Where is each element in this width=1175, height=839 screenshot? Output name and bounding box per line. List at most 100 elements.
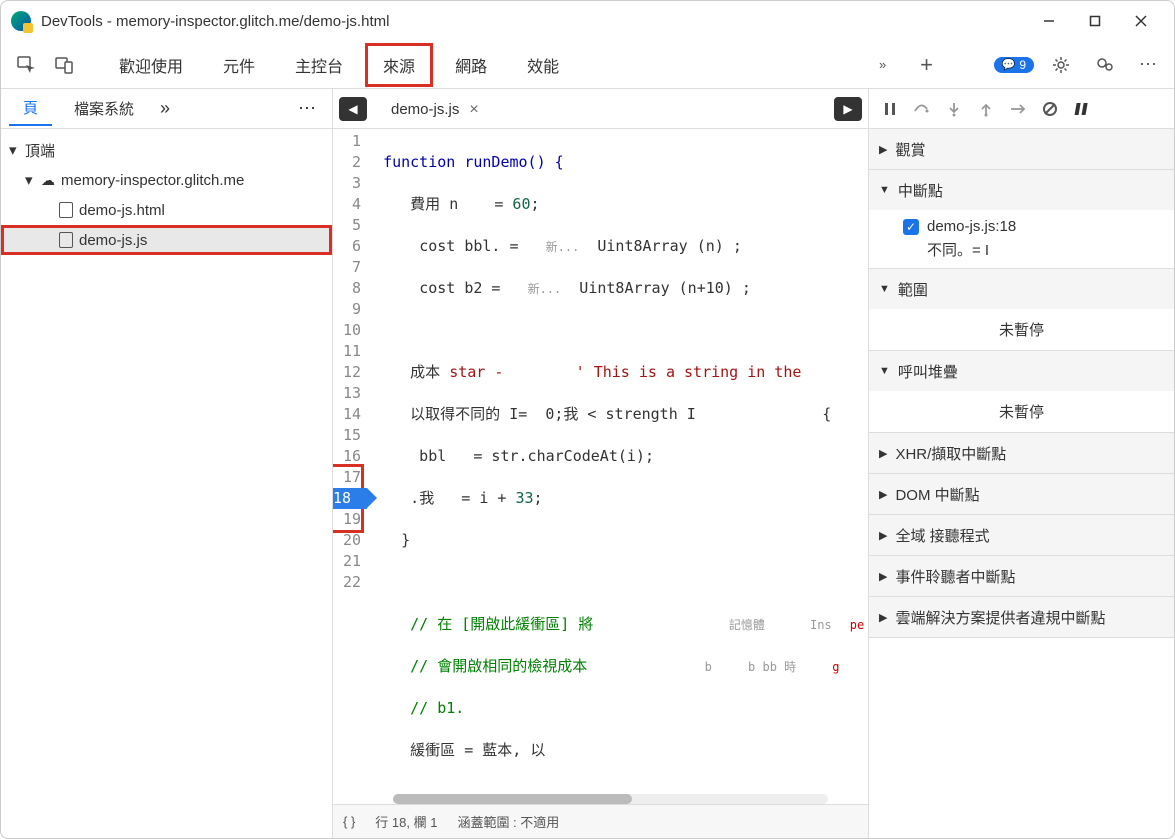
callstack-header[interactable]: ▼ 呼叫堆疊 (869, 351, 1174, 391)
section-label: 範圍 (898, 279, 928, 300)
chevron-down-icon: ▼ (879, 365, 890, 377)
global-header[interactable]: ▶ 全域 接聽程式 (869, 515, 1174, 555)
section-label: 事件聆聽者中斷點 (895, 566, 1015, 587)
chevron-right-icon: ▶ (879, 447, 887, 460)
tab-network[interactable]: 網路 (437, 43, 505, 87)
code-editor[interactable]: 12345 678910 1112131415 16 171819 202122… (333, 129, 868, 788)
breakpoints-header[interactable]: ▼ 中斷點 (869, 170, 1174, 210)
navigator-menu-icon[interactable]: ⋯ (290, 98, 324, 119)
tree-file-label: demo-js.html (79, 202, 165, 219)
scrollbar-thumb[interactable] (393, 794, 632, 804)
navigator-tab-page[interactable]: 頁 (9, 91, 52, 126)
more-tabs-icon[interactable]: » (866, 48, 900, 82)
step-into-icon[interactable] (941, 96, 967, 122)
tab-elements[interactable]: 元件 (205, 43, 273, 87)
event-header[interactable]: ▶ 事件聆聽者中斷點 (869, 556, 1174, 596)
deactivate-breakpoints-icon[interactable] (1037, 96, 1063, 122)
breakpoint-location: demo-js.js:18 (927, 218, 1016, 235)
chevron-right-icon: ▶ (879, 529, 887, 542)
pause-resume-icon[interactable] (877, 96, 903, 122)
watch-header[interactable]: ▶ 觀賞 (869, 129, 1174, 169)
chevron-right-icon: ▶ (879, 611, 887, 624)
line-gutter[interactable]: 12345 678910 1112131415 16 171819 202122 (333, 131, 377, 788)
chevron-down-icon: ▼ (879, 184, 890, 196)
toggle-navigator-icon[interactable]: ◀ (339, 97, 367, 121)
scope-section: ▼ 範圍 未暫停 (869, 269, 1174, 351)
section-label: 中斷點 (898, 180, 943, 201)
breakpoint-item[interactable]: ✓ demo-js.js:18 (903, 218, 1160, 235)
breakpoint-marker[interactable]: 18 (333, 488, 367, 509)
pause-exceptions-icon[interactable] (1069, 96, 1095, 122)
horizontal-scrollbar[interactable] (393, 794, 828, 804)
file-icon (59, 202, 73, 218)
section-label: 全域 接聽程式 (895, 525, 989, 546)
chevron-down-icon: ▼ (879, 283, 890, 295)
file-tree: ▾ 頂端 ▾ ☁ memory-inspector.glitch.me demo… (1, 129, 332, 261)
step-icon[interactable] (1005, 96, 1031, 122)
editor-tabbar: ◀ demo-js.js × ▶ (333, 89, 868, 129)
window-maximize-button[interactable] (1072, 5, 1118, 37)
code-content[interactable]: function runDemo() { 費用 n = 60; cost bbl… (377, 131, 868, 788)
editor-file-tab[interactable]: demo-js.js × (381, 89, 489, 128)
tree-frame-root[interactable]: ▾ 頂端 (1, 135, 332, 165)
csp-header[interactable]: ▶ 雲端解決方案提供者違規中斷點 (869, 597, 1174, 637)
navigator-more-tabs-icon[interactable]: » (160, 98, 170, 119)
debugger-toolbar (869, 89, 1174, 129)
coverage-status: 涵蓋範圍 : 不適用 (457, 812, 559, 831)
xhr-header[interactable]: ▶XHR/擷取中斷點 (869, 433, 1174, 473)
debugger-pane: ▶觀賞 ▼中斷點 ✓ demo-js.js:18 不同。= I ▼範圍 未暫停 … (869, 89, 1174, 838)
scope-header[interactable]: ▼ 範圍 (869, 269, 1174, 309)
section-label: 呼叫堆疊 (898, 361, 958, 382)
dom-breakpoints-section: ▶ DOM 中斷點 (869, 474, 1174, 515)
breakpoint-preview: 不同。= I (903, 239, 1160, 260)
window-close-button[interactable] (1118, 5, 1164, 37)
step-out-icon[interactable] (973, 96, 999, 122)
chevron-right-icon: ▶ (879, 570, 887, 583)
kebab-menu-icon[interactable]: ⋯ (1132, 48, 1166, 82)
inspect-element-icon[interactable] (9, 48, 43, 82)
section-label: 雲端解決方案提供者違規中斷點 (895, 607, 1105, 628)
section-label: 觀賞 (895, 139, 925, 160)
feedback-icon[interactable] (1088, 48, 1122, 82)
callstack-empty: 未暫停 (869, 391, 1174, 432)
csp-breakpoints-section: ▶ 雲端解決方案提供者違規中斷點 (869, 597, 1174, 638)
window-title: DevTools - memory-inspector.glitch.me/de… (41, 13, 389, 30)
pretty-print-icon[interactable]: { } (343, 814, 355, 829)
issues-badge[interactable]: 9 (994, 57, 1034, 73)
tree-file-label: demo-js.js (79, 232, 147, 249)
device-toolbar-icon[interactable] (47, 48, 81, 82)
navigator-pane: 頁 檔案系統 » ⋯ ▾ 頂端 ▾ ☁ memory-inspector.gli… (1, 89, 333, 838)
step-over-icon[interactable] (909, 96, 935, 122)
chevron-down-icon: ▾ (25, 171, 35, 189)
checkbox-checked-icon[interactable]: ✓ (903, 219, 919, 235)
xhr-breakpoints-section: ▶XHR/擷取中斷點 (869, 433, 1174, 474)
window-titlebar: DevTools - memory-inspector.glitch.me/de… (1, 1, 1174, 41)
new-tab-icon[interactable]: + (910, 48, 944, 82)
navigator-tabs: 頁 檔案系統 » ⋯ (1, 89, 332, 129)
breakpoints-section: ▼ 中斷點 ✓ demo-js.js:18 不同。= I (869, 170, 1174, 269)
chevron-right-icon: ▶ (879, 488, 887, 501)
chevron-right-icon: ▶ (879, 143, 887, 156)
file-icon (59, 232, 73, 248)
scope-empty: 未暫停 (869, 309, 1174, 350)
tab-welcome[interactable]: 歡迎使用 (101, 43, 201, 87)
event-breakpoints-section: ▶ 事件聆聽者中斷點 (869, 556, 1174, 597)
tree-domain-label: memory-inspector.glitch.me (61, 172, 244, 189)
tab-console[interactable]: 主控台 (277, 43, 361, 87)
tree-file-html[interactable]: demo-js.html (1, 195, 332, 225)
tree-file-js[interactable]: demo-js.js (1, 225, 332, 255)
toggle-debugger-icon[interactable]: ▶ (834, 97, 862, 121)
settings-gear-icon[interactable] (1044, 48, 1078, 82)
tab-performance[interactable]: 效能 (509, 43, 577, 87)
tab-sources[interactable]: 來源 (365, 43, 433, 87)
dom-header[interactable]: ▶ DOM 中斷點 (869, 474, 1174, 514)
navigator-tab-filesystem[interactable]: 檔案系統 (60, 92, 148, 125)
section-label: DOM 中斷點 (895, 484, 979, 505)
editor-pane: ◀ demo-js.js × ▶ 12345 678910 1112131415… (333, 89, 869, 838)
panel-tabbar: 歡迎使用 元件 主控台 來源 網路 效能 » + 9 ⋯ (1, 41, 1174, 89)
close-tab-icon[interactable]: × (469, 101, 478, 119)
chevron-down-icon: ▾ (9, 141, 19, 159)
tree-domain[interactable]: ▾ ☁ memory-inspector.glitch.me (1, 165, 332, 195)
window-minimize-button[interactable] (1026, 5, 1072, 37)
editor-statusbar: { } 行 18, 欄 1 涵蓋範圍 : 不適用 (333, 804, 868, 838)
